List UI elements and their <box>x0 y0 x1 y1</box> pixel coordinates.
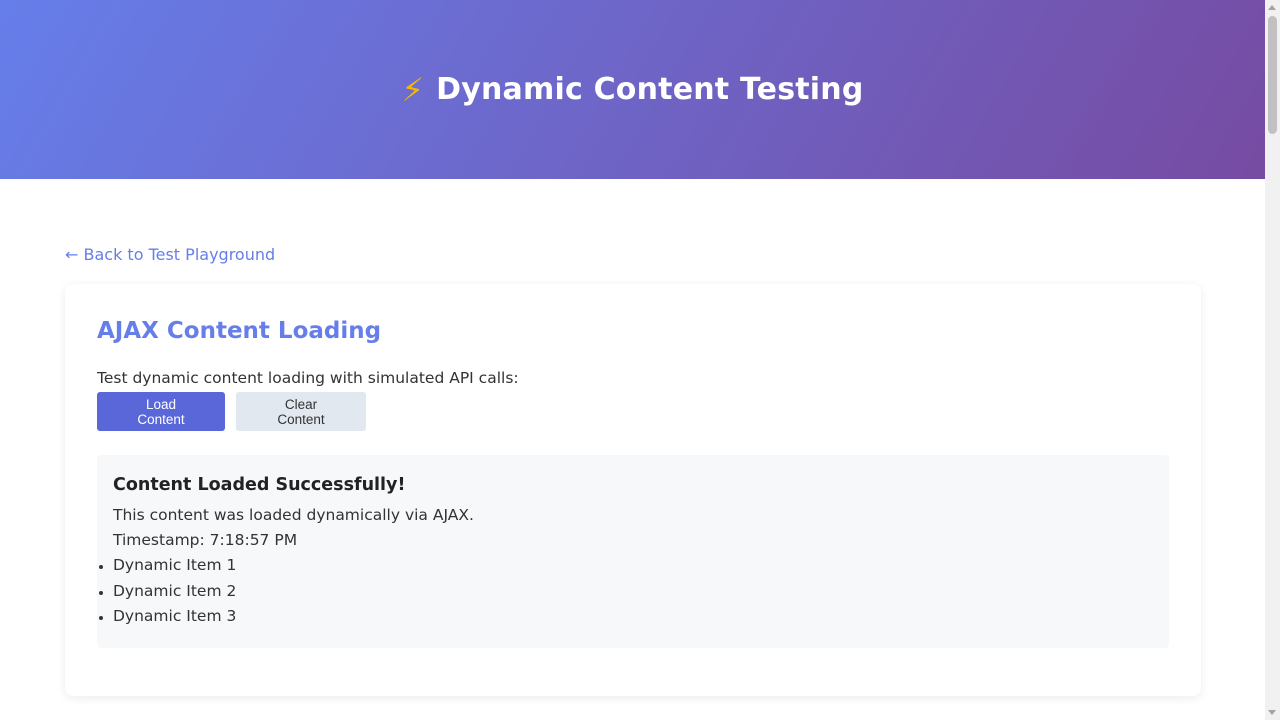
page-header: ⚡ Dynamic Content Testing <box>0 0 1265 179</box>
card-title: AJAX Content Loading <box>97 318 382 344</box>
scroll-down-arrow-icon[interactable] <box>1268 710 1276 715</box>
result-panel: Content Loaded Successfully! This conten… <box>97 455 1169 648</box>
load-content-button[interactable]: Load Content <box>97 392 225 431</box>
result-message: This content was loaded dynamically via … <box>113 506 474 524</box>
list-item: Dynamic Item 3 <box>113 604 1153 630</box>
clear-content-button[interactable]: Clear Content <box>236 392 366 431</box>
list-item: Dynamic Item 2 <box>113 579 1153 605</box>
button-row: Load Content Clear Content <box>97 392 1169 431</box>
vertical-scrollbar[interactable] <box>1265 0 1280 720</box>
lightning-bolt-icon: ⚡ <box>401 70 425 109</box>
page-title-text: Dynamic Content Testing <box>436 72 864 107</box>
back-to-playground-link[interactable]: ← Back to Test Playground <box>65 245 275 264</box>
scrollbar-thumb[interactable] <box>1268 16 1277 134</box>
main-content: ← Back to Test Playground AJAX Content L… <box>0 179 1265 696</box>
scroll-up-arrow-icon[interactable] <box>1268 5 1276 10</box>
page-title: ⚡ Dynamic Content Testing <box>401 71 863 109</box>
list-item: Dynamic Item 1 <box>113 553 1153 579</box>
ajax-card: AJAX Content Loading Test dynamic conten… <box>65 284 1201 696</box>
result-timestamp: Timestamp: 7:18:57 PM <box>113 531 298 549</box>
page: ⚡ Dynamic Content Testing ← Back to Test… <box>0 0 1265 720</box>
result-list: Dynamic Item 1 Dynamic Item 2 Dynamic It… <box>113 553 1153 630</box>
result-heading: Content Loaded Successfully! <box>113 475 406 495</box>
card-description: Test dynamic content loading with simula… <box>97 369 519 387</box>
